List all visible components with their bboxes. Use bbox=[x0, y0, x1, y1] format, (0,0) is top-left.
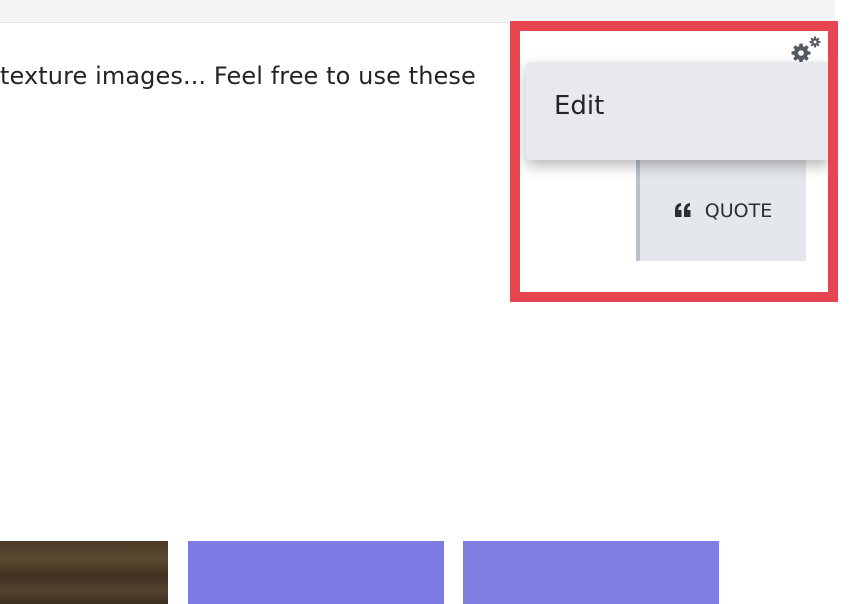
normal-map-thumbnail[interactable] bbox=[188, 541, 444, 604]
quote-icon bbox=[674, 202, 691, 217]
post-actions-dropdown: Edit bbox=[526, 62, 829, 160]
edit-menu-item[interactable]: Edit bbox=[554, 88, 604, 124]
wood-texture-thumbnail[interactable] bbox=[0, 541, 168, 604]
post-body-text: texture images... Feel free to use these bbox=[0, 62, 476, 90]
normal-map-thumbnail[interactable] bbox=[463, 541, 719, 604]
post-header-strip bbox=[0, 0, 835, 23]
quote-button[interactable]: QUOTE bbox=[636, 160, 806, 261]
gears-icon[interactable] bbox=[789, 35, 823, 65]
forum-post-page: texture images... Feel free to use these… bbox=[0, 0, 855, 604]
page-right-margin bbox=[835, 0, 855, 604]
quote-button-label: QUOTE bbox=[704, 199, 773, 222]
